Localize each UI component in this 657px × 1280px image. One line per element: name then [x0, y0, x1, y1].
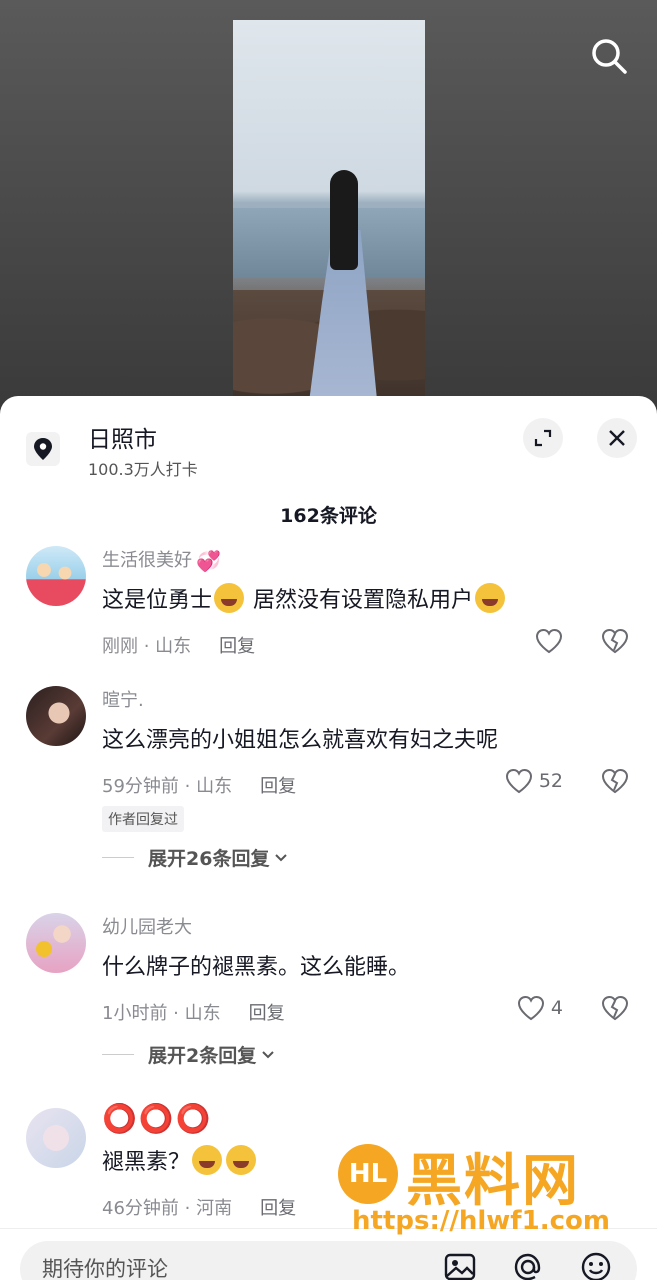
- laughing-crying-emoji-icon: [226, 1145, 257, 1175]
- comment-item: 暄宁. 这么漂亮的小姐姐怎么就喜欢有妇之夫呢 59分钟前 · 山东 回复 52 作…: [0, 686, 657, 886]
- reply-button[interactable]: 回复: [219, 632, 255, 658]
- dislike-button[interactable]: [601, 628, 629, 658]
- like-count: 52: [538, 770, 563, 792]
- reply-button[interactable]: 回复: [249, 999, 285, 1025]
- like-count: 4: [550, 997, 563, 1019]
- laughing-crying-emoji-icon: [192, 1145, 223, 1175]
- broken-heart-icon: [601, 768, 629, 794]
- dislike-button[interactable]: [601, 768, 629, 798]
- comment-item: 生活很美好 💞 这是位勇士 居然没有设置隐私用户 刚刚 · 山东 回复: [0, 546, 657, 658]
- comment-text: 褪黑素？: [102, 1144, 258, 1176]
- heart-icon: [535, 628, 563, 654]
- watermark: HL 黑料网 https://hlwf1.com: [338, 1136, 638, 1246]
- reply-button[interactable]: 回复: [260, 1194, 296, 1220]
- watermark-logo: HL: [338, 1144, 398, 1204]
- watermark-url: https://hlwf1.com: [352, 1206, 610, 1236]
- comment-input-placeholder: 期待你的评论: [42, 1257, 168, 1280]
- close-button[interactable]: [597, 418, 637, 458]
- heart-icon: [517, 995, 544, 1021]
- comment-meta: 刚刚 · 山东 回复: [102, 632, 255, 658]
- avatar[interactable]: [26, 913, 86, 973]
- comments-count: 162条评论: [280, 505, 377, 527]
- comment-meta: 46分钟前 · 河南 回复: [102, 1194, 296, 1220]
- search-icon[interactable]: [589, 36, 629, 76]
- reply-button[interactable]: 回复: [260, 772, 296, 798]
- location-title: 日照市: [88, 427, 157, 453]
- video-background: [0, 0, 657, 410]
- comment-text: 这么漂亮的小姐姐怎么就喜欢有妇之夫呢: [102, 728, 499, 753]
- heart-icon: [505, 768, 532, 794]
- grinning-sweat-emoji-icon: [475, 583, 506, 613]
- watermark-title: 黑料网: [406, 1149, 580, 1214]
- comment-meta: 59分钟前 · 山东 回复: [102, 772, 296, 798]
- like-button[interactable]: 4: [517, 995, 563, 1021]
- comment-input[interactable]: 期待你的评论: [20, 1241, 637, 1280]
- location-pin-icon: [26, 432, 60, 466]
- heart-emoji-icon: 💞: [196, 549, 221, 573]
- location-checkins: 100.3万人打卡: [88, 460, 198, 479]
- comment-text: 这是位勇士 居然没有设置隐私用户: [102, 582, 507, 614]
- expand-replies-button[interactable]: 展开26条回复: [102, 844, 289, 871]
- broken-heart-icon: [601, 628, 629, 654]
- comment-text: 什么牌子的褪黑素。这么能睡。: [102, 955, 411, 980]
- username[interactable]: 生活很美好 💞: [102, 546, 221, 573]
- mention-icon[interactable]: [510, 1249, 546, 1280]
- video-preview[interactable]: [233, 20, 425, 400]
- laughing-crying-emoji-icon: [214, 583, 245, 613]
- expand-replies-button[interactable]: 展开2条回复: [102, 1041, 276, 1068]
- author-replied-badge: 作者回复过: [102, 806, 184, 832]
- username[interactable]: ⭕⭕⭕: [102, 1102, 213, 1135]
- avatar[interactable]: [26, 686, 86, 746]
- emoji-icon[interactable]: [578, 1249, 614, 1280]
- like-button[interactable]: [535, 628, 563, 654]
- avatar[interactable]: [26, 1108, 86, 1168]
- username[interactable]: 幼儿园老大: [102, 913, 192, 939]
- image-icon[interactable]: [442, 1249, 478, 1280]
- like-button[interactable]: 52: [505, 768, 563, 794]
- expand-button[interactable]: [523, 418, 563, 458]
- broken-heart-icon: [601, 995, 629, 1021]
- comment-meta: 1小时前 · 山东 回复: [102, 999, 285, 1025]
- chevron-down-icon: [275, 853, 288, 861]
- username[interactable]: 暄宁.: [102, 686, 144, 712]
- dislike-button[interactable]: [601, 995, 629, 1025]
- comment-item: 幼儿园老大 什么牌子的褪黑素。这么能睡。 1小时前 · 山东 回复 4 展开2条回…: [0, 913, 657, 1083]
- chevron-down-icon: [262, 1050, 274, 1058]
- avatar[interactable]: [26, 546, 86, 606]
- person-image: [308, 170, 378, 400]
- close-icon: [609, 430, 625, 446]
- expand-icon: [534, 429, 552, 447]
